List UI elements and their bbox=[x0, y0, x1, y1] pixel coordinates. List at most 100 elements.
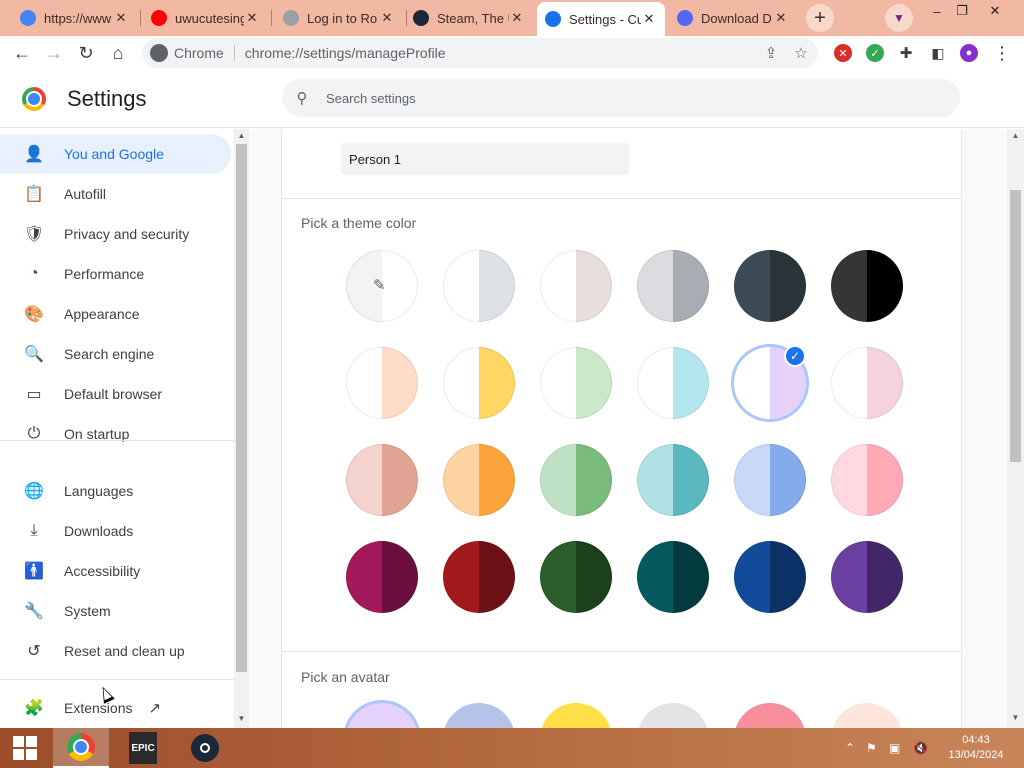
theme-color-swatch[interactable] bbox=[637, 347, 709, 419]
tab-title: Log in to Ro bbox=[307, 10, 378, 26]
sidebar-item-accessibility[interactable]: 🚹 Accessibility bbox=[0, 551, 231, 591]
theme-color-swatch[interactable] bbox=[443, 250, 515, 322]
back-button[interactable]: ← bbox=[9, 40, 35, 66]
theme-color-swatch[interactable] bbox=[540, 444, 612, 516]
share-icon[interactable]: ⇪ bbox=[762, 44, 780, 62]
main-scroll-thumb[interactable] bbox=[1010, 190, 1021, 462]
network-icon[interactable]: ▣ bbox=[889, 728, 900, 768]
sidebar-item-search-engine[interactable]: 🔍 Search engine bbox=[0, 334, 231, 374]
forward-button[interactable]: → bbox=[41, 40, 67, 66]
start-button[interactable] bbox=[0, 728, 50, 768]
theme-color-swatch[interactable] bbox=[540, 541, 612, 613]
sidebar-item-appearance[interactable]: 🎨 Appearance bbox=[0, 294, 231, 334]
tab-separator bbox=[271, 10, 272, 26]
chrome-logo-icon bbox=[67, 733, 95, 761]
new-tab-button[interactable]: + bbox=[806, 4, 834, 32]
flag-icon[interactable]: ⚑ bbox=[866, 728, 877, 768]
extensions-puzzle-icon[interactable]: ✚ bbox=[893, 40, 919, 66]
theme-color-swatch[interactable] bbox=[443, 541, 515, 613]
palette-icon: 🎨 bbox=[24, 306, 44, 323]
sidebar-item-performance[interactable]: ◔ Performance bbox=[0, 254, 231, 294]
settings-main: Person 1 Pick a theme color ✎ ✓ Pick an a… bbox=[249, 129, 1007, 768]
sidebar-item-extensions[interactable]: 🧩 Extensions ↗ bbox=[0, 688, 231, 728]
browser-window-icon: ▭ bbox=[26, 386, 42, 403]
open-external-icon: ↗ bbox=[148, 700, 162, 717]
tray-overflow-icon[interactable]: ⌃ bbox=[845, 728, 855, 768]
theme-color-swatch[interactable] bbox=[831, 347, 903, 419]
sidebar-item-languages[interactable]: 🌐 Languages bbox=[0, 471, 231, 511]
profile-avatar-icon[interactable]: ● bbox=[960, 44, 978, 62]
side-panel-icon[interactable]: ◧ bbox=[925, 40, 951, 66]
section-divider bbox=[282, 651, 961, 652]
theme-color-swatch[interactable] bbox=[831, 250, 903, 322]
reload-button[interactable]: ↻ bbox=[73, 40, 99, 66]
sidebar-item-reset-and-clean-up[interactable]: ↺ Reset and clean up bbox=[0, 631, 231, 671]
sidebar-item-you-and-google[interactable]: 👤 You and Google bbox=[0, 134, 231, 174]
theme-color-swatch[interactable] bbox=[637, 541, 709, 613]
sidebar-item-downloads[interactable]: ⤓ Downloads bbox=[0, 511, 231, 551]
theme-color-swatch[interactable] bbox=[734, 250, 806, 322]
address-bar[interactable]: Chrome chrome://settings/manageProfile ⇪… bbox=[142, 38, 818, 68]
theme-color-swatch[interactable] bbox=[346, 347, 418, 419]
adblock-extension-icon[interactable]: ✕ bbox=[834, 44, 852, 62]
settings-search-input[interactable] bbox=[326, 90, 926, 106]
tab-4[interactable]: Settings - Cu ✕ bbox=[537, 2, 665, 36]
discord-icon bbox=[677, 10, 693, 26]
tab-close-icon[interactable]: ✕ bbox=[244, 10, 260, 26]
epic-games-taskbar-icon[interactable]: EPIC bbox=[115, 728, 171, 768]
shield-extension-icon[interactable]: ✓ bbox=[866, 44, 884, 62]
main-scroll-down[interactable]: ▼ bbox=[1008, 713, 1023, 725]
shield-icon: 🛡 bbox=[23, 226, 45, 243]
menu-kebab-icon[interactable]: ⋮ bbox=[989, 40, 1015, 66]
main-scroll-up[interactable]: ▲ bbox=[1008, 131, 1023, 143]
theme-color-swatch[interactable] bbox=[734, 444, 806, 516]
tab-close-icon[interactable]: ✕ bbox=[509, 10, 525, 26]
sidebar-scroll-thumb[interactable] bbox=[236, 144, 247, 672]
sidebar-scroll-down[interactable]: ▼ bbox=[236, 714, 247, 724]
sidebar-item-label: Appearance bbox=[64, 306, 140, 322]
theme-color-swatch[interactable] bbox=[540, 250, 612, 322]
site-chip-label: Chrome bbox=[174, 45, 224, 61]
theme-color-swatch[interactable] bbox=[443, 444, 515, 516]
theme-color-swatch[interactable] bbox=[346, 444, 418, 516]
theme-color-swatch[interactable] bbox=[637, 250, 709, 322]
maximize-button[interactable]: ❐ bbox=[947, 0, 977, 22]
settings-gear-icon bbox=[545, 11, 561, 27]
sidebar-item-privacy-and-security[interactable]: 🛡 Privacy and security bbox=[0, 214, 231, 254]
sidebar-item-default-browser[interactable]: ▭ Default browser bbox=[0, 374, 231, 414]
tab-close-icon[interactable]: ✕ bbox=[113, 10, 129, 26]
sidebar-scroll-up[interactable]: ▲ bbox=[236, 131, 247, 141]
settings-header: Settings ⚲ bbox=[0, 70, 1024, 128]
settings-search[interactable]: ⚲ bbox=[282, 79, 960, 117]
tab-close-icon[interactable]: ✕ bbox=[641, 11, 657, 27]
tab-search-button[interactable]: ▼ bbox=[885, 4, 913, 32]
theme-color-swatch[interactable] bbox=[831, 444, 903, 516]
theme-color-swatch[interactable] bbox=[637, 444, 709, 516]
chrome-taskbar-icon[interactable] bbox=[53, 728, 109, 768]
volume-muted-icon[interactable]: 🔇 bbox=[913, 728, 928, 768]
steam-logo-icon bbox=[191, 734, 219, 762]
sidebar-item-label: Extensions bbox=[64, 700, 133, 716]
tab-2[interactable]: Log in to Ro ✕ bbox=[275, 3, 403, 33]
close-window-button[interactable]: ✕ bbox=[980, 0, 1010, 22]
theme-color-swatch[interactable] bbox=[540, 347, 612, 419]
tab-5[interactable]: Download D ✕ bbox=[669, 3, 797, 33]
sidebar-item-system[interactable]: 🔧 System bbox=[0, 591, 231, 631]
theme-color-swatch[interactable] bbox=[443, 347, 515, 419]
theme-color-swatch[interactable] bbox=[831, 541, 903, 613]
tab-1[interactable]: uwucutesing ✕ bbox=[143, 3, 268, 33]
steam-taskbar-icon[interactable] bbox=[177, 728, 233, 768]
tab-close-icon[interactable]: ✕ bbox=[379, 10, 395, 26]
theme-color-swatch[interactable] bbox=[346, 541, 418, 613]
bookmark-star-icon[interactable]: ☆ bbox=[792, 44, 810, 62]
tab-0[interactable]: https://www ✕ bbox=[12, 3, 137, 33]
sidebar-item-autofill[interactable]: 📋 Autofill bbox=[0, 174, 231, 214]
profile-name-input[interactable]: Person 1 bbox=[341, 143, 629, 175]
tab-close-icon[interactable]: ✕ bbox=[773, 10, 789, 26]
home-button[interactable]: ⌂ bbox=[105, 40, 131, 66]
tab-3[interactable]: Steam, The U ✕ bbox=[405, 3, 533, 33]
sidebar-item-label: Performance bbox=[64, 266, 145, 282]
theme-color-swatch[interactable] bbox=[734, 541, 806, 613]
sidebar-item-on-startup[interactable]: ⏻ On startup bbox=[0, 414, 231, 454]
taskbar-clock[interactable]: 04:43 13/04/2024 bbox=[940, 733, 1012, 763]
